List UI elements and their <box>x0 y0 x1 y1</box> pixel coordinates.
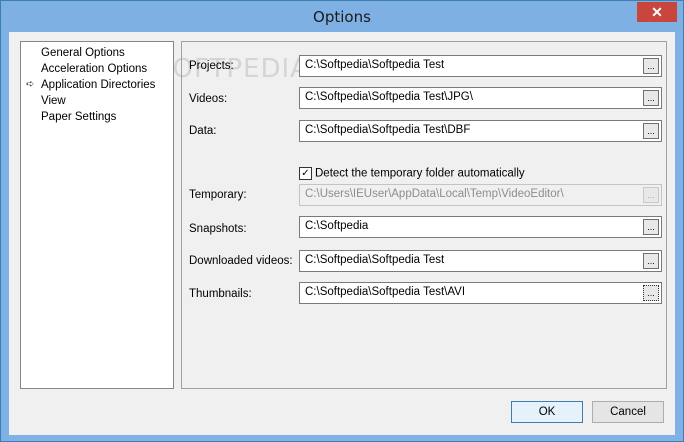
tree-item-general-options[interactable]: General Options <box>41 45 125 61</box>
videos-field[interactable]: C:\Softpedia\Softpedia Test\JPG\ ... <box>299 87 662 109</box>
projects-value: C:\Softpedia\Softpedia Test <box>305 59 445 71</box>
projects-field[interactable]: C:\Softpedia\Softpedia Test ... <box>299 55 662 77</box>
title-bar[interactable]: Options ✕ <box>1 1 683 32</box>
data-value: C:\Softpedia\Softpedia Test\DBF <box>305 124 471 136</box>
temporary-label: Temporary: <box>189 189 247 201</box>
detect-temp-label: Detect the temporary folder automaticall… <box>315 167 525 180</box>
thumbnails-browse-button[interactable]: ... <box>643 285 659 301</box>
detect-temp-row[interactable]: ✓ Detect the temporary folder automatical… <box>299 167 525 180</box>
temporary-browse-button: ... <box>643 187 659 203</box>
options-window: Options ✕ SOFTPEDIA General Options Acce… <box>0 0 684 442</box>
category-tree[interactable]: General Options Acceleration Options ➪ A… <box>20 41 174 389</box>
downloaded-videos-value: C:\Softpedia\Softpedia Test <box>305 254 445 266</box>
data-field[interactable]: C:\Softpedia\Softpedia Test\DBF ... <box>299 120 662 142</box>
snapshots-field[interactable]: C:\Softpedia ... <box>299 216 662 238</box>
directories-panel: Projects: C:\Softpedia\Softpedia Test ..… <box>181 41 667 389</box>
close-icon[interactable]: ✕ <box>637 2 677 22</box>
window-title: Options <box>313 8 371 26</box>
thumbnails-value: C:\Softpedia\Softpedia Test\AVI <box>305 286 466 298</box>
snapshots-browse-button[interactable]: ... <box>643 219 659 235</box>
projects-label: Projects: <box>189 60 234 72</box>
thumbnails-label: Thumbnails: <box>189 288 252 300</box>
data-label: Data: <box>189 125 217 137</box>
cancel-button[interactable]: Cancel <box>592 401 664 423</box>
temporary-field: C:\Users\IEUser\AppData\Local\Temp\Video… <box>299 184 662 206</box>
selected-arrow-icon: ➪ <box>26 79 35 90</box>
videos-label: Videos: <box>189 93 228 105</box>
data-browse-button[interactable]: ... <box>643 123 659 139</box>
videos-value: C:\Softpedia\Softpedia Test\JPG\ <box>305 91 473 103</box>
dialog-body: SOFTPEDIA General Options Acceleration O… <box>9 32 675 435</box>
snapshots-label: Snapshots: <box>189 223 247 235</box>
temporary-value: C:\Users\IEUser\AppData\Local\Temp\Video… <box>305 188 564 200</box>
downloaded-videos-label: Downloaded videos: <box>189 255 293 267</box>
detect-temp-checkbox[interactable]: ✓ <box>299 167 312 180</box>
videos-browse-button[interactable]: ... <box>643 90 659 106</box>
downloaded-videos-browse-button[interactable]: ... <box>643 253 659 269</box>
tree-item-paper-settings[interactable]: Paper Settings <box>41 109 116 125</box>
tree-item-application-directories[interactable]: Application Directories <box>41 77 155 93</box>
downloaded-videos-field[interactable]: C:\Softpedia\Softpedia Test ... <box>299 250 662 272</box>
thumbnails-field[interactable]: C:\Softpedia\Softpedia Test\AVI ... <box>299 282 662 304</box>
projects-browse-button[interactable]: ... <box>643 58 659 74</box>
tree-item-acceleration-options[interactable]: Acceleration Options <box>41 61 147 77</box>
snapshots-value: C:\Softpedia <box>305 220 369 232</box>
ok-button[interactable]: OK <box>511 401 583 423</box>
tree-item-view[interactable]: View <box>41 93 66 109</box>
